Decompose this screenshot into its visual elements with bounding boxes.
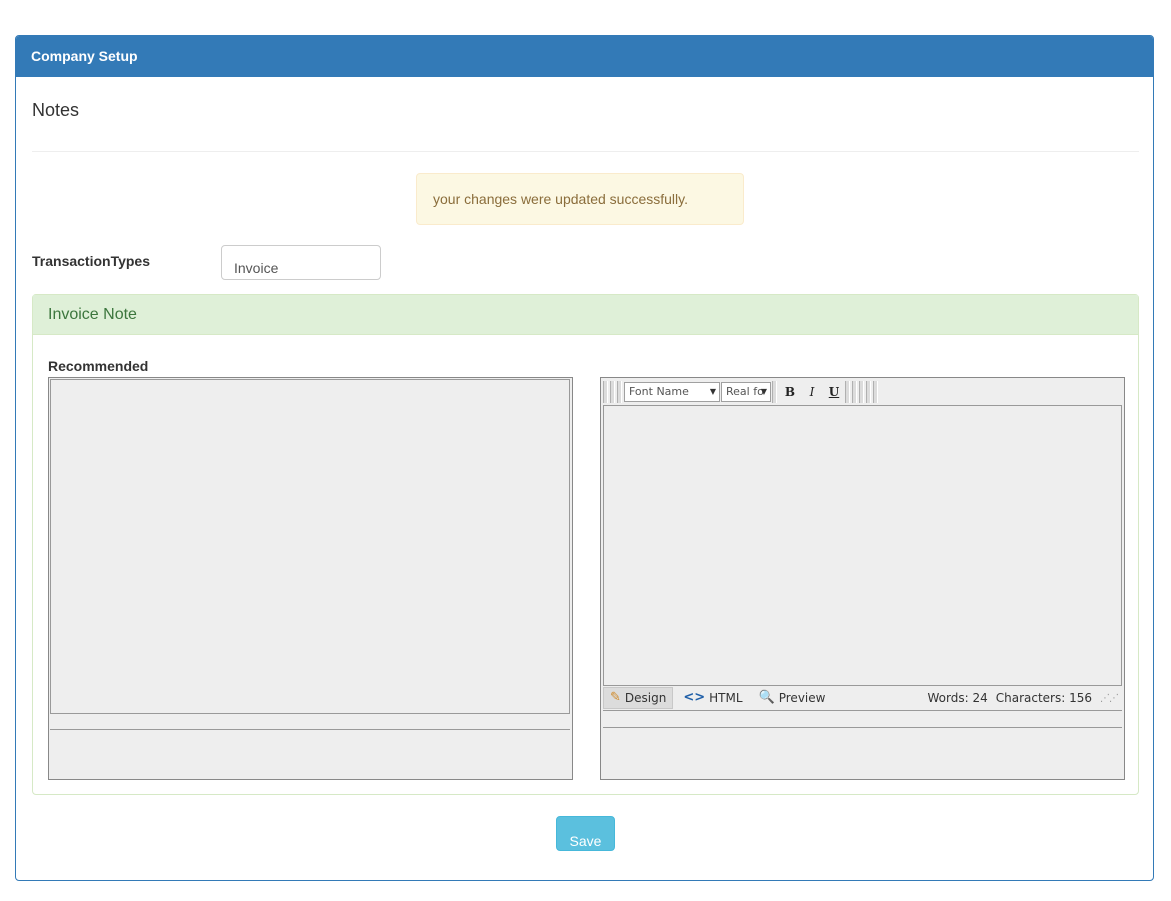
pencil-icon: ✎ [610, 690, 621, 705]
design-mode-label: Design [624, 691, 667, 705]
editor-counts: Words: 24 Characters: 156 ⋰⋰ [920, 691, 1123, 705]
chevron-down-icon: ▼ [760, 386, 767, 396]
toolbar-grip [859, 380, 864, 403]
magnifier-icon: 🔍 [758, 690, 775, 705]
underline-button[interactable]: U [823, 382, 845, 402]
transaction-types-select[interactable]: Invoice [221, 245, 381, 280]
html-mode-tab[interactable]: <> HTML [677, 688, 748, 708]
invoice-note-panel: Invoice Note Recommended Font Name ▼ Rea… [32, 294, 1139, 795]
recommended-note-box [48, 377, 573, 780]
bold-button[interactable]: B [779, 382, 801, 402]
font-size-value: Real fo [726, 384, 764, 398]
divider [603, 710, 1122, 711]
font-size-select[interactable]: Real fo ▼ [721, 381, 771, 402]
resize-handle-icon[interactable]: ⋰⋰ [1100, 693, 1119, 704]
rich-text-editor: Font Name ▼ Real fo ▼ B I U ✎ Design <> … [600, 377, 1125, 780]
editor-mode-bar: ✎ Design <> HTML 🔍 Preview Words: 24 Cha… [603, 687, 1122, 709]
editor-toolbar: Font Name ▼ Real fo ▼ B I U [603, 379, 939, 404]
recommended-note-area [50, 379, 570, 714]
company-setup-panel: Company Setup Notes your changes were up… [15, 35, 1154, 881]
word-count: Words: 24 [927, 691, 988, 705]
save-button[interactable]: Save [556, 816, 615, 851]
transaction-types-label: TransactionTypes [32, 253, 151, 269]
chevron-down-icon: ▼ [709, 386, 716, 396]
italic-button[interactable]: I [801, 382, 823, 402]
divider [50, 729, 570, 730]
invoice-note-heading: Invoice Note [33, 295, 1138, 335]
html-mode-label: HTML [709, 691, 743, 705]
font-name-value: Font Name [629, 384, 689, 398]
design-mode-tab[interactable]: ✎ Design [603, 687, 674, 709]
toolbar-grip [617, 380, 622, 403]
toolbar-grip [873, 380, 878, 403]
toolbar-grip [772, 380, 777, 403]
success-alert: your changes were updated successfully. [416, 173, 744, 225]
toolbar-grip [852, 380, 857, 403]
editor-content-area[interactable] [603, 405, 1122, 686]
divider [32, 151, 1139, 152]
font-name-select[interactable]: Font Name ▼ [624, 381, 720, 402]
panel-heading: Company Setup [16, 36, 1153, 77]
toolbar-grip [845, 380, 850, 403]
toolbar-grip [866, 380, 871, 403]
preview-mode-label: Preview [778, 691, 826, 705]
divider [603, 727, 1122, 728]
preview-mode-tab[interactable]: 🔍 Preview [753, 688, 832, 708]
recommended-label: Recommended [48, 358, 149, 374]
character-count: Characters: 156 [995, 691, 1092, 705]
page-title: Notes [32, 100, 80, 120]
toolbar-grip [603, 380, 608, 403]
code-icon: <> [683, 690, 706, 705]
toolbar-grip [610, 380, 615, 403]
